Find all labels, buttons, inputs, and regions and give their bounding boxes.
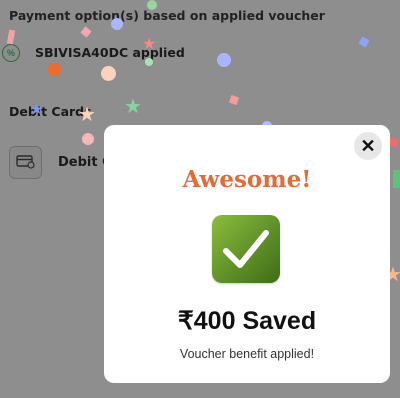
payment-options-header: Payment option(s) based on applied vouch… [9, 8, 325, 23]
close-icon[interactable]: ✕ [360, 136, 375, 156]
saved-amount: ₹400 Saved [177, 307, 317, 335]
card-icon [9, 146, 42, 179]
voucher-applied-text: SBIVISA40DC applied [35, 45, 185, 60]
voucher-benefit-text: Voucher benefit applied! [179, 347, 315, 361]
percent-icon: % [2, 44, 20, 62]
modal-title: Awesome! [182, 166, 312, 193]
checkmark-badge [212, 215, 280, 283]
close-button[interactable]: ✕ [354, 132, 382, 160]
checkmark-icon [223, 230, 269, 268]
